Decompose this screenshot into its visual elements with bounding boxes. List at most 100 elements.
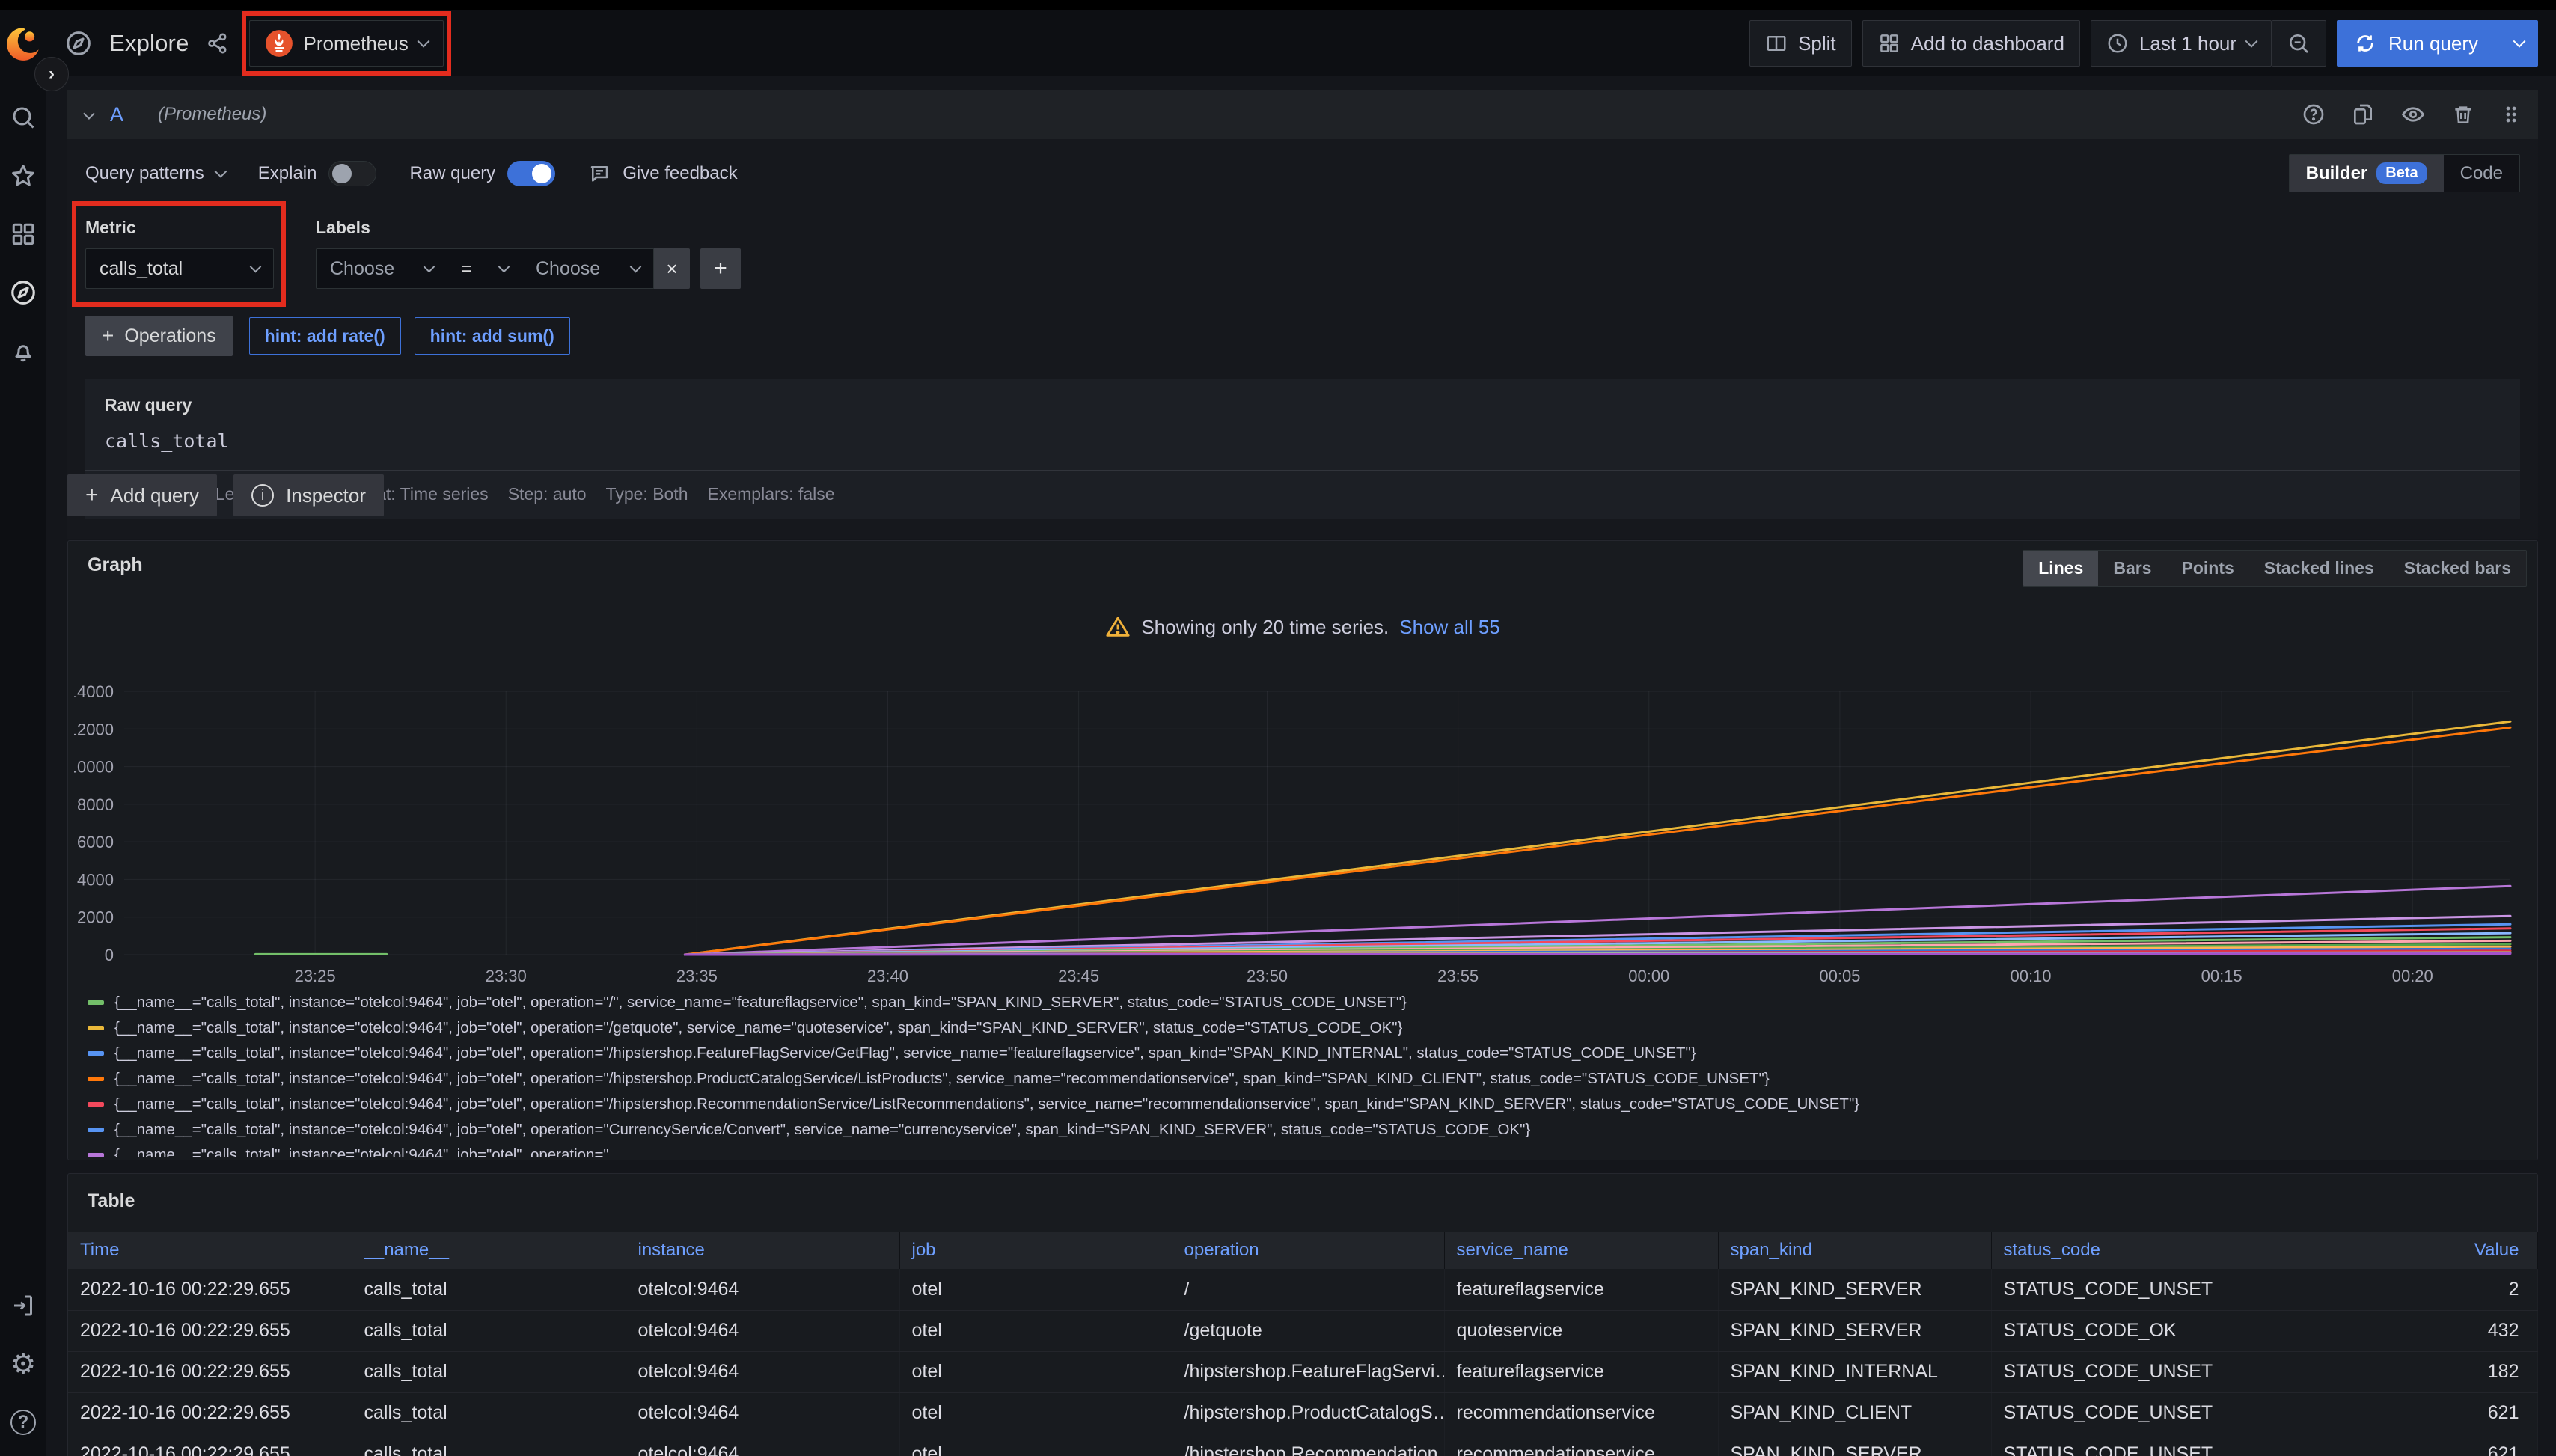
time-series-chart[interactable]: 0200040006000800010000120001400023:2523:… — [74, 674, 2533, 992]
table-cell: SPAN_KIND_CLIENT — [1718, 1392, 1991, 1434]
duplicate-query-icon[interactable] — [2351, 103, 2375, 126]
prometheus-logo-icon — [265, 29, 293, 58]
datasource-name: Prometheus — [304, 32, 409, 55]
hide-response-eye-icon[interactable] — [2400, 102, 2426, 127]
time-range-caret-icon — [2245, 35, 2258, 48]
table-header-job[interactable]: job — [899, 1232, 1172, 1269]
give-feedback-link[interactable]: Give feedback — [588, 162, 737, 185]
add-query-button[interactable]: + Add query — [67, 474, 217, 516]
add-operation-button[interactable]: + Operations — [85, 316, 233, 356]
time-range-picker[interactable]: Last 1 hour — [2091, 20, 2272, 67]
raw-query-text: calls_total — [105, 415, 2501, 470]
table-header-statuscode[interactable]: status_code — [1991, 1232, 2263, 1269]
table-header-row: Time__name__instancejoboperationservice_… — [68, 1232, 2537, 1269]
table-cell: / — [1172, 1269, 1444, 1310]
query-patterns-dropdown[interactable]: Query patterns — [85, 163, 225, 184]
top-black-strip — [0, 0, 2556, 10]
table-cell: SPAN_KIND_INTERNAL — [1718, 1351, 1991, 1392]
dashboards-icon[interactable] — [0, 211, 46, 257]
table-cell: SPAN_KIND_SERVER — [1718, 1310, 1991, 1351]
sidebar-expand-chevron[interactable]: › — [34, 57, 69, 91]
y-axis-tick-label: 10000 — [74, 758, 114, 777]
table-cell: STATUS_CODE_UNSET — [1991, 1351, 2263, 1392]
table-header-instance[interactable]: instance — [626, 1232, 899, 1269]
graph-mode-bars[interactable]: Bars — [2098, 551, 2166, 586]
table-header-servicename[interactable]: service_name — [1444, 1232, 1718, 1269]
collapse-query-chevron-icon[interactable] — [83, 108, 95, 120]
builder-mode-tab[interactable]: Builder Beta — [2290, 155, 2444, 192]
table-cell: otel — [899, 1392, 1172, 1434]
table-cell: /hipstershop.FeatureFlagServi… — [1172, 1351, 1444, 1392]
zoom-out-time-button[interactable] — [2272, 20, 2326, 67]
table-header-operation[interactable]: operation — [1172, 1232, 1444, 1269]
raw-query-toggle[interactable] — [507, 161, 555, 186]
raw-query-label: Raw query — [105, 395, 2501, 415]
datasource-picker[interactable]: Prometheus — [249, 20, 444, 67]
query-hint-button[interactable]: hint: add sum() — [415, 317, 570, 355]
options-summary-item: Exemplars: false — [708, 484, 835, 504]
explain-toggle[interactable] — [328, 161, 376, 186]
drag-handle-icon[interactable] — [2501, 103, 2522, 126]
add-to-dashboard-button[interactable]: Add to dashboard — [1862, 20, 2080, 67]
graph-mode-points[interactable]: Points — [2166, 551, 2248, 586]
graph-panel-title: Graph — [88, 554, 143, 576]
add-label-filter-button[interactable]: + — [700, 248, 741, 289]
y-axis-tick-label: 12000 — [74, 720, 114, 738]
run-query-button[interactable]: Run query — [2337, 20, 2538, 67]
y-axis-tick-label: 4000 — [77, 870, 114, 889]
inspector-button[interactable]: i Inspector — [233, 474, 384, 516]
plus-icon: + — [102, 324, 114, 348]
settings-gear-icon[interactable]: ⚙ — [0, 1341, 46, 1387]
query-hint-button[interactable]: hint: add rate() — [249, 317, 401, 355]
explore-compass-icon[interactable] — [0, 269, 46, 316]
legend-item[interactable]: {__name__="calls_total", instance="otelc… — [88, 1066, 2530, 1092]
search-icon[interactable] — [0, 94, 46, 141]
code-mode-tab[interactable]: Code — [2444, 155, 2519, 192]
run-query-caret[interactable] — [2513, 35, 2526, 48]
results-table: Time__name__instancejoboperationservice_… — [68, 1232, 2538, 1456]
label-value-caret-icon — [630, 260, 642, 272]
alerting-bell-icon[interactable] — [0, 328, 46, 374]
split-icon — [1765, 32, 1788, 55]
query-row-header[interactable]: A (Prometheus) — [67, 90, 2538, 139]
legend-item[interactable]: {__name__="calls_total", instance="otelc… — [88, 1143, 2530, 1157]
graph-mode-stacked-lines[interactable]: Stacked lines — [2249, 551, 2389, 586]
legend-item[interactable]: {__name__="calls_total", instance="otelc… — [88, 990, 2530, 1015]
table-header-value[interactable]: Value — [2263, 1232, 2537, 1269]
table-cell: featureflagservice — [1444, 1269, 1718, 1310]
table-header-spankind[interactable]: span_kind — [1718, 1232, 1991, 1269]
split-button[interactable]: Split — [1749, 20, 1852, 67]
sign-in-icon[interactable] — [0, 1282, 46, 1329]
x-axis-tick-label: 23:25 — [295, 967, 336, 985]
graph-mode-lines[interactable]: Lines — [2023, 551, 2098, 586]
table-header-name[interactable]: __name__ — [352, 1232, 626, 1269]
graph-mode-stacked-bars[interactable]: Stacked bars — [2389, 551, 2526, 586]
legend-item[interactable]: {__name__="calls_total", instance="otelc… — [88, 1117, 2530, 1143]
remove-query-trash-icon[interactable] — [2451, 103, 2475, 126]
options-collapsed-row[interactable]: Options Legend: AutoFormat: Time seriesS… — [105, 471, 2501, 519]
table-cell: 432 — [2263, 1310, 2537, 1351]
graph-panel: Graph LinesBarsPointsStacked linesStacke… — [67, 540, 2538, 1160]
remove-label-filter-button[interactable]: × — [654, 248, 690, 289]
label-value-select[interactable]: Choose — [522, 248, 654, 289]
query-help-icon[interactable] — [2302, 103, 2326, 126]
legend-swatch-icon — [88, 1153, 104, 1157]
options-summary-item: Type: Both — [606, 484, 688, 504]
query-patterns-caret-icon — [214, 165, 227, 177]
table-header-time[interactable]: Time — [68, 1232, 352, 1269]
table-cell: 2022-10-16 00:22:29.655 — [68, 1392, 352, 1434]
graph-legend: {__name__="calls_total", instance="otelc… — [88, 990, 2530, 1157]
label-operator-select[interactable]: = — [447, 248, 522, 289]
starred-icon[interactable] — [0, 153, 46, 199]
metric-select[interactable]: calls_total — [85, 248, 274, 289]
legend-item[interactable]: {__name__="calls_total", instance="otelc… — [88, 1015, 2530, 1041]
share-icon[interactable] — [206, 31, 230, 55]
legend-item[interactable]: {__name__="calls_total", instance="otelc… — [88, 1092, 2530, 1117]
help-icon[interactable]: ? — [0, 1399, 46, 1446]
show-all-series-link[interactable]: Show all 55 — [1399, 616, 1499, 639]
label-operator-caret-icon — [498, 260, 510, 272]
label-key-select[interactable]: Choose — [316, 248, 447, 289]
x-axis-tick-label: 23:30 — [486, 967, 527, 985]
operations-row: + Operations hint: add rate() hint: add s… — [67, 289, 2538, 356]
legend-item[interactable]: {__name__="calls_total", instance="otelc… — [88, 1041, 2530, 1066]
